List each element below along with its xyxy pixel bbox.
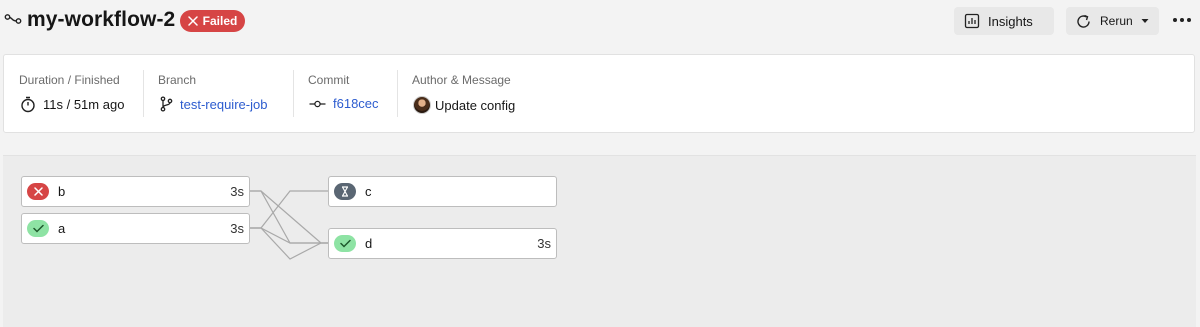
git-commit-icon [309,100,326,107]
caret-down-icon [1141,19,1149,23]
failed-icon [27,183,49,200]
insights-label: Insights [988,13,1033,29]
job-name: c [365,184,372,199]
job-name: a [58,221,66,236]
workflow-icon [4,14,22,24]
job-b[interactable]: b 3s [21,176,250,207]
git-branch-icon [160,96,173,112]
commit-message: Update config [435,97,516,113]
author-value-row: Update config [413,96,515,114]
edge-b-to-d [250,190,328,244]
commit-section: Commit f618cec [293,55,397,132]
job-a[interactable]: a 3s [21,213,250,244]
status-badge-label: Failed [202,14,238,28]
job-name: b [58,184,66,199]
workflow-graph: b 3s a 3s c d 3s [3,155,1196,327]
branch-link[interactable]: test-require-job [180,97,267,112]
duration-value: 11s / 51m ago [43,97,125,112]
branch-value-row: test-require-job [160,96,267,112]
hourglass-icon [334,183,356,200]
job-duration: 3s [537,236,551,251]
commit-link[interactable]: f618cec [333,96,379,111]
insights-button[interactable]: Insights [954,7,1054,35]
author-label: Author & Message [412,73,511,87]
duration-label: Duration / Finished [19,73,120,87]
dot-icon [1180,18,1184,22]
page-title: my-workflow-2 [27,8,176,31]
success-icon [27,220,49,237]
bar-chart-icon [964,13,980,29]
avatar [413,96,431,114]
job-c[interactable]: c [328,176,557,207]
dot-icon [1187,18,1191,22]
workflow-header: my-workflow-2 Failed Insights Rerun [0,0,1200,44]
job-name: d [365,236,373,251]
commit-value-row: f618cec [309,96,379,111]
job-duration: 3s [230,221,244,236]
branch-label: Branch [158,73,197,87]
duration-section: Duration / Finished 11s / 51m ago [4,55,143,132]
refresh-icon [1077,14,1090,28]
dot-icon [1173,18,1177,22]
success-icon [334,235,356,252]
edge-b-to-d-outer [250,190,328,244]
author-section: Author & Message Update config [397,55,697,132]
job-d[interactable]: d 3s [328,228,557,259]
rerun-label: Rerun [1100,14,1133,28]
rerun-button[interactable]: Rerun [1066,7,1159,35]
edge-a-to-c [250,190,328,229]
duration-value-row: 11s / 51m ago [20,96,124,113]
commit-label: Commit [308,73,350,87]
status-badge: Failed [180,10,245,32]
close-icon [187,16,198,26]
workflow-info-card: Duration / Finished 11s / 51m ago Branch… [3,54,1195,133]
more-options-button[interactable] [1172,12,1192,28]
stopwatch-icon [21,96,35,113]
job-duration: 3s [230,184,244,199]
branch-section: Branch test-require-job [143,55,293,132]
